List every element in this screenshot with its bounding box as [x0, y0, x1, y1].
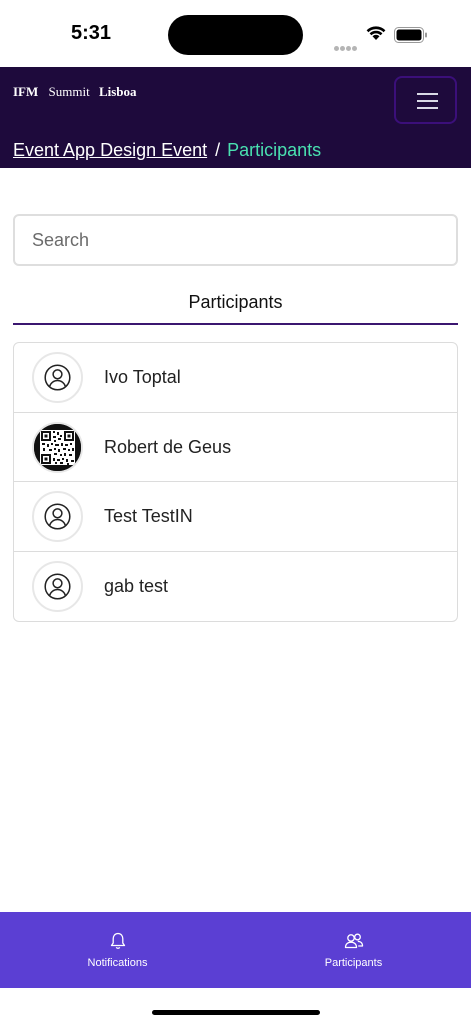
app-header: IFM Summit Lisboa Event App Design Event… [0, 67, 471, 168]
battery-icon [394, 27, 427, 43]
breadcrumb-event-link[interactable]: Event App Design Event [13, 140, 207, 160]
dynamic-island [168, 15, 303, 55]
avatar [32, 491, 83, 542]
participant-row[interactable]: Test TestIN [14, 482, 457, 552]
nav-participants[interactable]: Participants [236, 912, 471, 988]
avatar [32, 421, 83, 473]
cellular-signal-icon [334, 38, 358, 56]
brand-logo[interactable]: IFM Summit Lisboa [13, 84, 137, 100]
participant-name: gab test [104, 575, 169, 596]
avatar [32, 560, 83, 612]
brand-part-ifm: IFM [13, 84, 39, 99]
participant-row[interactable]: gab test [14, 552, 457, 622]
participant-row[interactable]: Robert de Geus [14, 413, 457, 482]
qr-code-image [34, 423, 81, 471]
bell-icon [110, 932, 125, 949]
nav-notifications[interactable]: Notifications [0, 912, 235, 988]
user-icon [44, 572, 71, 600]
participant-name: Test TestIN [104, 506, 193, 526]
status-bar: 5:31 [0, 0, 471, 67]
user-icon [44, 364, 71, 391]
nav-participants-label: Participants [324, 957, 383, 969]
participant-name: Robert de Geus [104, 436, 232, 457]
participant-name: Ivo Toptal [104, 367, 181, 387]
brand-part-lisboa: Lisboa [98, 84, 137, 99]
breadcrumb-current: Participants [227, 140, 322, 160]
home-indicator[interactable] [152, 1010, 320, 1015]
tab-participants[interactable]: Participants [13, 292, 458, 325]
people-icon [344, 933, 363, 949]
brand-part-summit: Summit [48, 84, 90, 99]
menu-button[interactable] [394, 76, 457, 124]
user-icon [44, 503, 71, 530]
search-input[interactable] [15, 216, 456, 264]
bottom-nav: Notifications Participants [0, 912, 471, 988]
search-box [13, 214, 458, 266]
breadcrumb: Event App Design Event / Participants [13, 140, 321, 161]
participant-row[interactable]: Ivo Toptal [14, 343, 457, 413]
avatar [32, 352, 83, 403]
status-time: 5:31 [71, 22, 112, 44]
wifi-icon [366, 26, 386, 40]
breadcrumb-separator: / [215, 140, 221, 160]
participant-list: Ivo Toptal Robert de Geus Test TestIN ga… [13, 342, 458, 622]
nav-notifications-label: Notifications [87, 957, 148, 969]
